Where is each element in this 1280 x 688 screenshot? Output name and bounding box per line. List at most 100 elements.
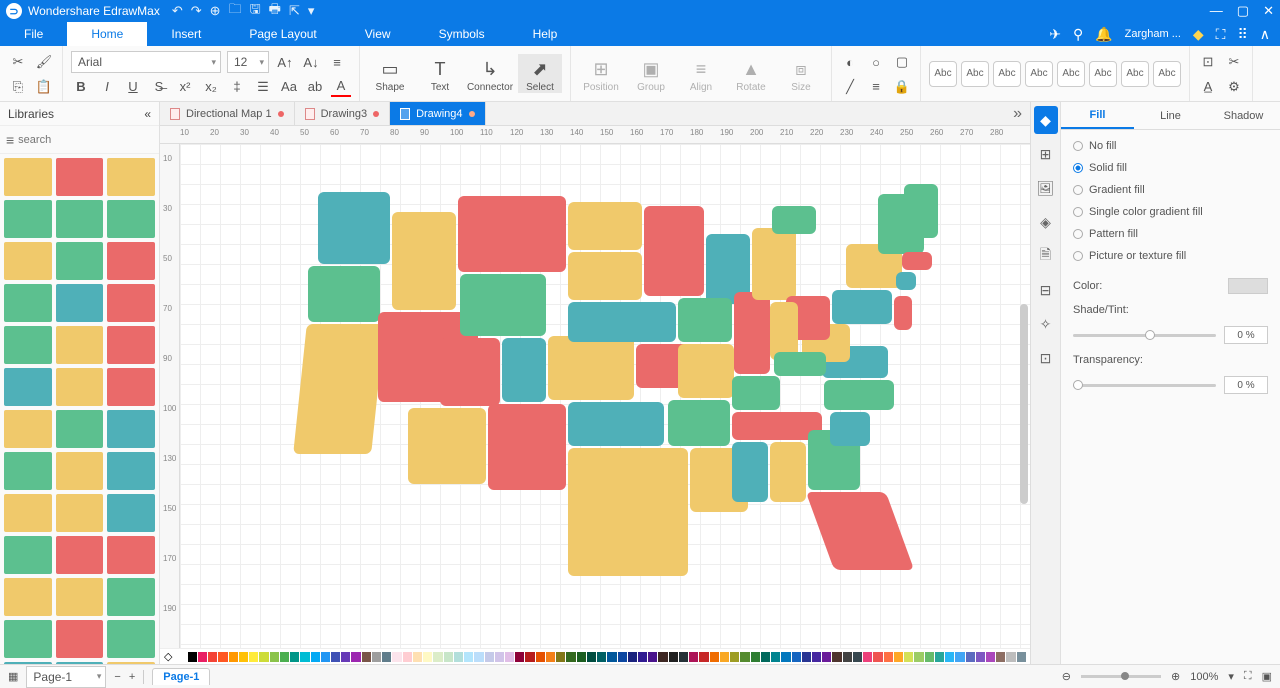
library-shape[interactable] [4, 326, 52, 364]
color-swatch-item[interactable] [843, 652, 852, 662]
color-swatch-item[interactable] [587, 652, 596, 662]
color-swatch-item[interactable] [392, 652, 401, 662]
shrink-font-icon[interactable]: A↓ [301, 52, 321, 72]
share-icon[interactable]: ⚲ [1073, 26, 1083, 43]
next-page-icon[interactable]: + [129, 671, 135, 683]
vertical-scrollbar[interactable] [1020, 304, 1028, 504]
group-tool[interactable]: ▣Group [629, 54, 673, 93]
color-swatch-item[interactable] [403, 652, 412, 662]
library-shape[interactable] [107, 620, 155, 658]
state-co2[interactable] [502, 338, 546, 402]
undo-icon[interactable]: ↶ [172, 3, 183, 19]
state-ar[interactable] [668, 400, 730, 446]
color-swatch-item[interactable] [454, 652, 463, 662]
crop-icon[interactable]: ✂ [1224, 52, 1244, 72]
color-swatch-item[interactable] [679, 652, 688, 662]
transparency-slider[interactable] [1073, 384, 1216, 387]
style-preset-2[interactable]: Abc [961, 61, 989, 87]
color-swatch-item[interactable] [280, 652, 289, 662]
connector-tool[interactable]: ↳Connector [468, 54, 512, 93]
color-swatch-item[interactable] [914, 652, 923, 662]
state-al[interactable] [770, 442, 806, 502]
color-swatch-item[interactable] [546, 652, 555, 662]
proptab-shadow[interactable]: Shadow [1207, 102, 1280, 129]
image-icon[interactable]: 🖼 [1034, 174, 1058, 202]
library-shape[interactable] [56, 284, 104, 322]
color-swatch-item[interactable] [925, 652, 934, 662]
library-shape[interactable] [56, 452, 104, 490]
grow-font-icon[interactable]: A↑ [275, 52, 295, 72]
library-shape[interactable] [56, 200, 104, 238]
color-swatch-item[interactable] [556, 652, 565, 662]
save-icon[interactable]: 🖫 [250, 0, 261, 22]
library-shape[interactable] [56, 326, 104, 364]
library-shape[interactable] [4, 200, 52, 238]
arrows-icon[interactable]: ✧ [1034, 310, 1058, 338]
style-preset-4[interactable]: Abc [1025, 61, 1053, 87]
state-ct[interactable] [896, 272, 916, 290]
style-preset-1[interactable]: Abc [929, 61, 957, 87]
close-icon[interactable]: ✕ [1263, 3, 1274, 19]
color-swatch-item[interactable] [986, 652, 995, 662]
style-preset-8[interactable]: Abc [1153, 61, 1181, 87]
color-swatch-item[interactable] [689, 652, 698, 662]
page-layout-icon[interactable]: ▦ [8, 670, 18, 683]
prev-page-icon[interactable]: − [114, 671, 120, 683]
color-swatch-item[interactable] [331, 652, 340, 662]
library-shape[interactable] [4, 368, 52, 406]
color-swatch-item[interactable] [884, 652, 893, 662]
color-swatch-item[interactable] [720, 652, 729, 662]
tab-page-layout[interactable]: Page Layout [225, 22, 340, 46]
library-shape[interactable] [56, 158, 104, 196]
state-or[interactable] [308, 266, 380, 322]
paste-icon[interactable]: 📋 [34, 77, 54, 97]
color-swatch-item[interactable] [321, 652, 330, 662]
state-co[interactable] [548, 336, 634, 400]
color-swatch-item[interactable] [505, 652, 514, 662]
outline-icon[interactable]: ⊡ [1034, 344, 1058, 372]
color-swatch-item[interactable] [751, 652, 760, 662]
color-swatch-item[interactable] [300, 652, 309, 662]
tab-file[interactable]: File [0, 22, 67, 46]
state-nm[interactable] [488, 404, 566, 490]
tab-help[interactable]: Help [509, 22, 582, 46]
state-ne[interactable] [568, 302, 676, 342]
fill-pattern[interactable]: Pattern fill [1073, 228, 1268, 240]
color-swatch-item[interactable] [464, 652, 473, 662]
state-ia[interactable] [678, 298, 732, 342]
library-shape[interactable] [56, 536, 104, 574]
state-nc[interactable] [824, 380, 894, 410]
color-swatch-item[interactable] [781, 652, 790, 662]
state-mi-up[interactable] [772, 206, 816, 234]
fill-no-fill[interactable]: No fill [1073, 140, 1268, 152]
state-id[interactable] [392, 212, 456, 310]
color-swatch-item[interactable] [341, 652, 350, 662]
zoom-out-icon[interactable]: ⊖ [1062, 670, 1071, 683]
color-swatch-item[interactable] [485, 652, 494, 662]
fit-page-icon[interactable]: ⛶ [1244, 670, 1252, 683]
color-swatch-item[interactable] [730, 652, 739, 662]
state-ca[interactable] [293, 324, 385, 454]
color-swatch-item[interactable] [976, 652, 985, 662]
state-ms[interactable] [732, 442, 768, 502]
color-swatch-item[interactable] [597, 652, 606, 662]
library-menu-icon[interactable]: ≡ [6, 132, 14, 148]
color-swatch-item[interactable] [1006, 652, 1015, 662]
state-mn[interactable] [644, 206, 704, 296]
state-ut[interactable] [440, 338, 500, 406]
state-mi[interactable] [752, 228, 796, 300]
color-swatch-item[interactable] [495, 652, 504, 662]
zoom-slider[interactable] [1081, 675, 1161, 678]
color-swatch-item[interactable] [577, 652, 586, 662]
font-color-icon[interactable]: A [331, 77, 351, 97]
style-preset-3[interactable]: Abc [993, 61, 1021, 87]
send-icon[interactable]: ✈ [1049, 26, 1061, 43]
color-swatch-item[interactable] [802, 652, 811, 662]
color-swatch-item[interactable] [351, 652, 360, 662]
state-wy[interactable] [460, 274, 546, 336]
library-shape[interactable] [4, 578, 52, 616]
library-shape[interactable] [107, 326, 155, 364]
align-tool[interactable]: ≡Align [679, 54, 723, 93]
color-swatch-item[interactable] [239, 652, 248, 662]
state-sc[interactable] [830, 412, 870, 446]
